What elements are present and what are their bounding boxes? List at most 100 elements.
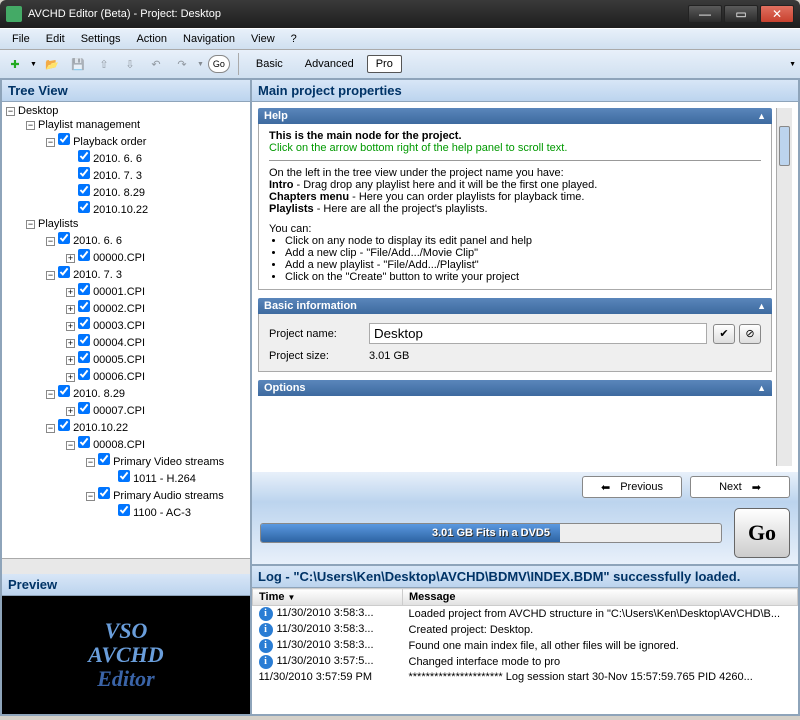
expander-icon[interactable]: − [86, 458, 95, 467]
new-button[interactable]: ✚ [4, 53, 26, 75]
checkbox[interactable] [78, 436, 90, 448]
checkbox[interactable] [58, 266, 70, 278]
log-row[interactable]: i11/30/2010 3:58:3...Found one main inde… [253, 638, 798, 654]
tree-pvs[interactable]: − Primary Video streams [4, 452, 248, 469]
minimize-button[interactable]: — [688, 5, 722, 23]
save-button[interactable]: 💾 [67, 53, 89, 75]
menu-view[interactable]: View [243, 31, 283, 47]
maximize-button[interactable]: ▭ [724, 5, 758, 23]
tool-button-2[interactable]: ⇩ [119, 53, 141, 75]
confirm-button[interactable]: ✔ [713, 324, 735, 344]
checkbox[interactable] [58, 385, 70, 397]
expander-icon[interactable]: + [66, 373, 75, 382]
menu-edit[interactable]: Edit [38, 31, 73, 47]
basic-info-header[interactable]: Basic information ▲ [258, 298, 772, 314]
tree-cpi-item[interactable]: + 00000.CPI [4, 248, 248, 265]
go-button[interactable]: Go [734, 508, 790, 558]
expander-icon[interactable]: − [46, 138, 55, 147]
tree-cpi-item[interactable]: + 00006.CPI [4, 367, 248, 384]
checkbox[interactable] [78, 334, 90, 346]
go-small-button[interactable]: Go [208, 55, 230, 73]
menu-help[interactable]: ? [283, 31, 305, 47]
expander-icon[interactable]: − [66, 441, 75, 450]
project-name-input[interactable] [369, 323, 707, 344]
tree-cpi-item[interactable]: + 00003.CPI [4, 316, 248, 333]
tool-button-1[interactable]: ⇧ [93, 53, 115, 75]
log-row[interactable]: i11/30/2010 3:58:3...Loaded project from… [253, 606, 798, 623]
previous-button[interactable]: ⬅Previous [582, 476, 682, 498]
expander-icon[interactable]: + [66, 407, 75, 416]
checkbox[interactable] [58, 133, 70, 145]
expander-icon[interactable]: − [46, 271, 55, 280]
tree-cpi-item[interactable]: + 00005.CPI [4, 350, 248, 367]
tree-cpi-item[interactable]: + 00007.CPI [4, 401, 248, 418]
log-table[interactable]: Time ▼ Message i11/30/2010 3:58:3...Load… [252, 588, 798, 714]
checkbox[interactable] [78, 351, 90, 363]
expander-icon[interactable]: − [46, 424, 55, 433]
expander-icon[interactable]: − [6, 107, 15, 116]
expander-icon[interactable]: + [66, 339, 75, 348]
expander-icon[interactable]: + [66, 305, 75, 314]
tree-h-scrollbar[interactable] [2, 558, 250, 574]
expander-icon[interactable]: + [66, 254, 75, 263]
log-row[interactable]: 11/30/2010 3:57:59 PM*******************… [253, 670, 798, 684]
tree-playlist-group[interactable]: − 2010. 6. 6 [4, 231, 248, 248]
tree-playlist-group[interactable]: − 2010. 8.29 [4, 384, 248, 401]
tree-cpi-item[interactable]: + 00002.CPI [4, 299, 248, 316]
expander-icon[interactable]: − [46, 390, 55, 399]
log-row[interactable]: i11/30/2010 3:58:3...Created project: De… [253, 622, 798, 638]
checkbox[interactable] [78, 150, 90, 162]
main-v-scrollbar[interactable] [776, 108, 792, 466]
redo-button[interactable]: ↷ [171, 53, 193, 75]
menu-settings[interactable]: Settings [73, 31, 129, 47]
next-button[interactable]: Next➡ [690, 476, 790, 498]
mode-pro[interactable]: Pro [367, 55, 402, 73]
menu-action[interactable]: Action [128, 31, 175, 47]
options-header[interactable]: Options ▲ [258, 380, 772, 396]
tree-cpi-item[interactable]: + 00004.CPI [4, 333, 248, 350]
mode-basic[interactable]: Basic [247, 55, 292, 73]
checkbox[interactable] [78, 167, 90, 179]
checkbox[interactable] [58, 232, 70, 244]
menu-navigation[interactable]: Navigation [175, 31, 243, 47]
checkbox[interactable] [78, 184, 90, 196]
expander-icon[interactable]: + [66, 322, 75, 331]
checkbox[interactable] [98, 487, 110, 499]
tree-po-item[interactable]: 2010. 6. 6 [4, 149, 248, 166]
log-col-message[interactable]: Message [409, 591, 455, 603]
open-button[interactable]: 📂 [41, 53, 63, 75]
expander-icon[interactable]: − [26, 121, 35, 130]
checkbox[interactable] [58, 419, 70, 431]
undo-button[interactable]: ↶ [145, 53, 167, 75]
log-row[interactable]: i11/30/2010 3:57:5...Changed interface m… [253, 654, 798, 670]
menu-file[interactable]: File [4, 31, 38, 47]
expander-icon[interactable]: − [26, 220, 35, 229]
tree-pvs-item[interactable]: 1011 - H.264 [4, 469, 248, 486]
expander-icon[interactable]: + [66, 288, 75, 297]
checkbox[interactable] [118, 504, 130, 516]
cancel-button[interactable]: ⊘ [739, 324, 761, 344]
tree-po-item[interactable]: 2010. 7. 3 [4, 166, 248, 183]
mode-advanced[interactable]: Advanced [296, 55, 363, 73]
tree-cpi-item[interactable]: − 00008.CPI [4, 435, 248, 452]
checkbox[interactable] [78, 249, 90, 261]
tree-cpi-item[interactable]: + 00001.CPI [4, 282, 248, 299]
expander-icon[interactable]: − [86, 492, 95, 501]
checkbox[interactable] [78, 317, 90, 329]
expander-icon[interactable]: − [46, 237, 55, 246]
checkbox[interactable] [78, 201, 90, 213]
expander-icon[interactable]: + [66, 356, 75, 365]
checkbox[interactable] [78, 283, 90, 295]
chevron-down-icon[interactable]: ▼ [197, 61, 204, 68]
tree-playlist-group[interactable]: − 2010.10.22 [4, 418, 248, 435]
tree-root[interactable]: −Desktop [4, 104, 248, 118]
tree-pas-item[interactable]: 1100 - AC-3 [4, 503, 248, 520]
help-section-header[interactable]: Help ▲ [258, 108, 772, 124]
tree-playback-order[interactable]: − Playback order [4, 132, 248, 149]
close-button[interactable]: ✕ [760, 5, 794, 23]
checkbox[interactable] [78, 402, 90, 414]
chevron-down-icon[interactable]: ▼ [30, 61, 37, 68]
log-col-time[interactable]: Time [259, 591, 284, 603]
tree-playlists[interactable]: −Playlists [4, 217, 248, 231]
checkbox[interactable] [98, 453, 110, 465]
